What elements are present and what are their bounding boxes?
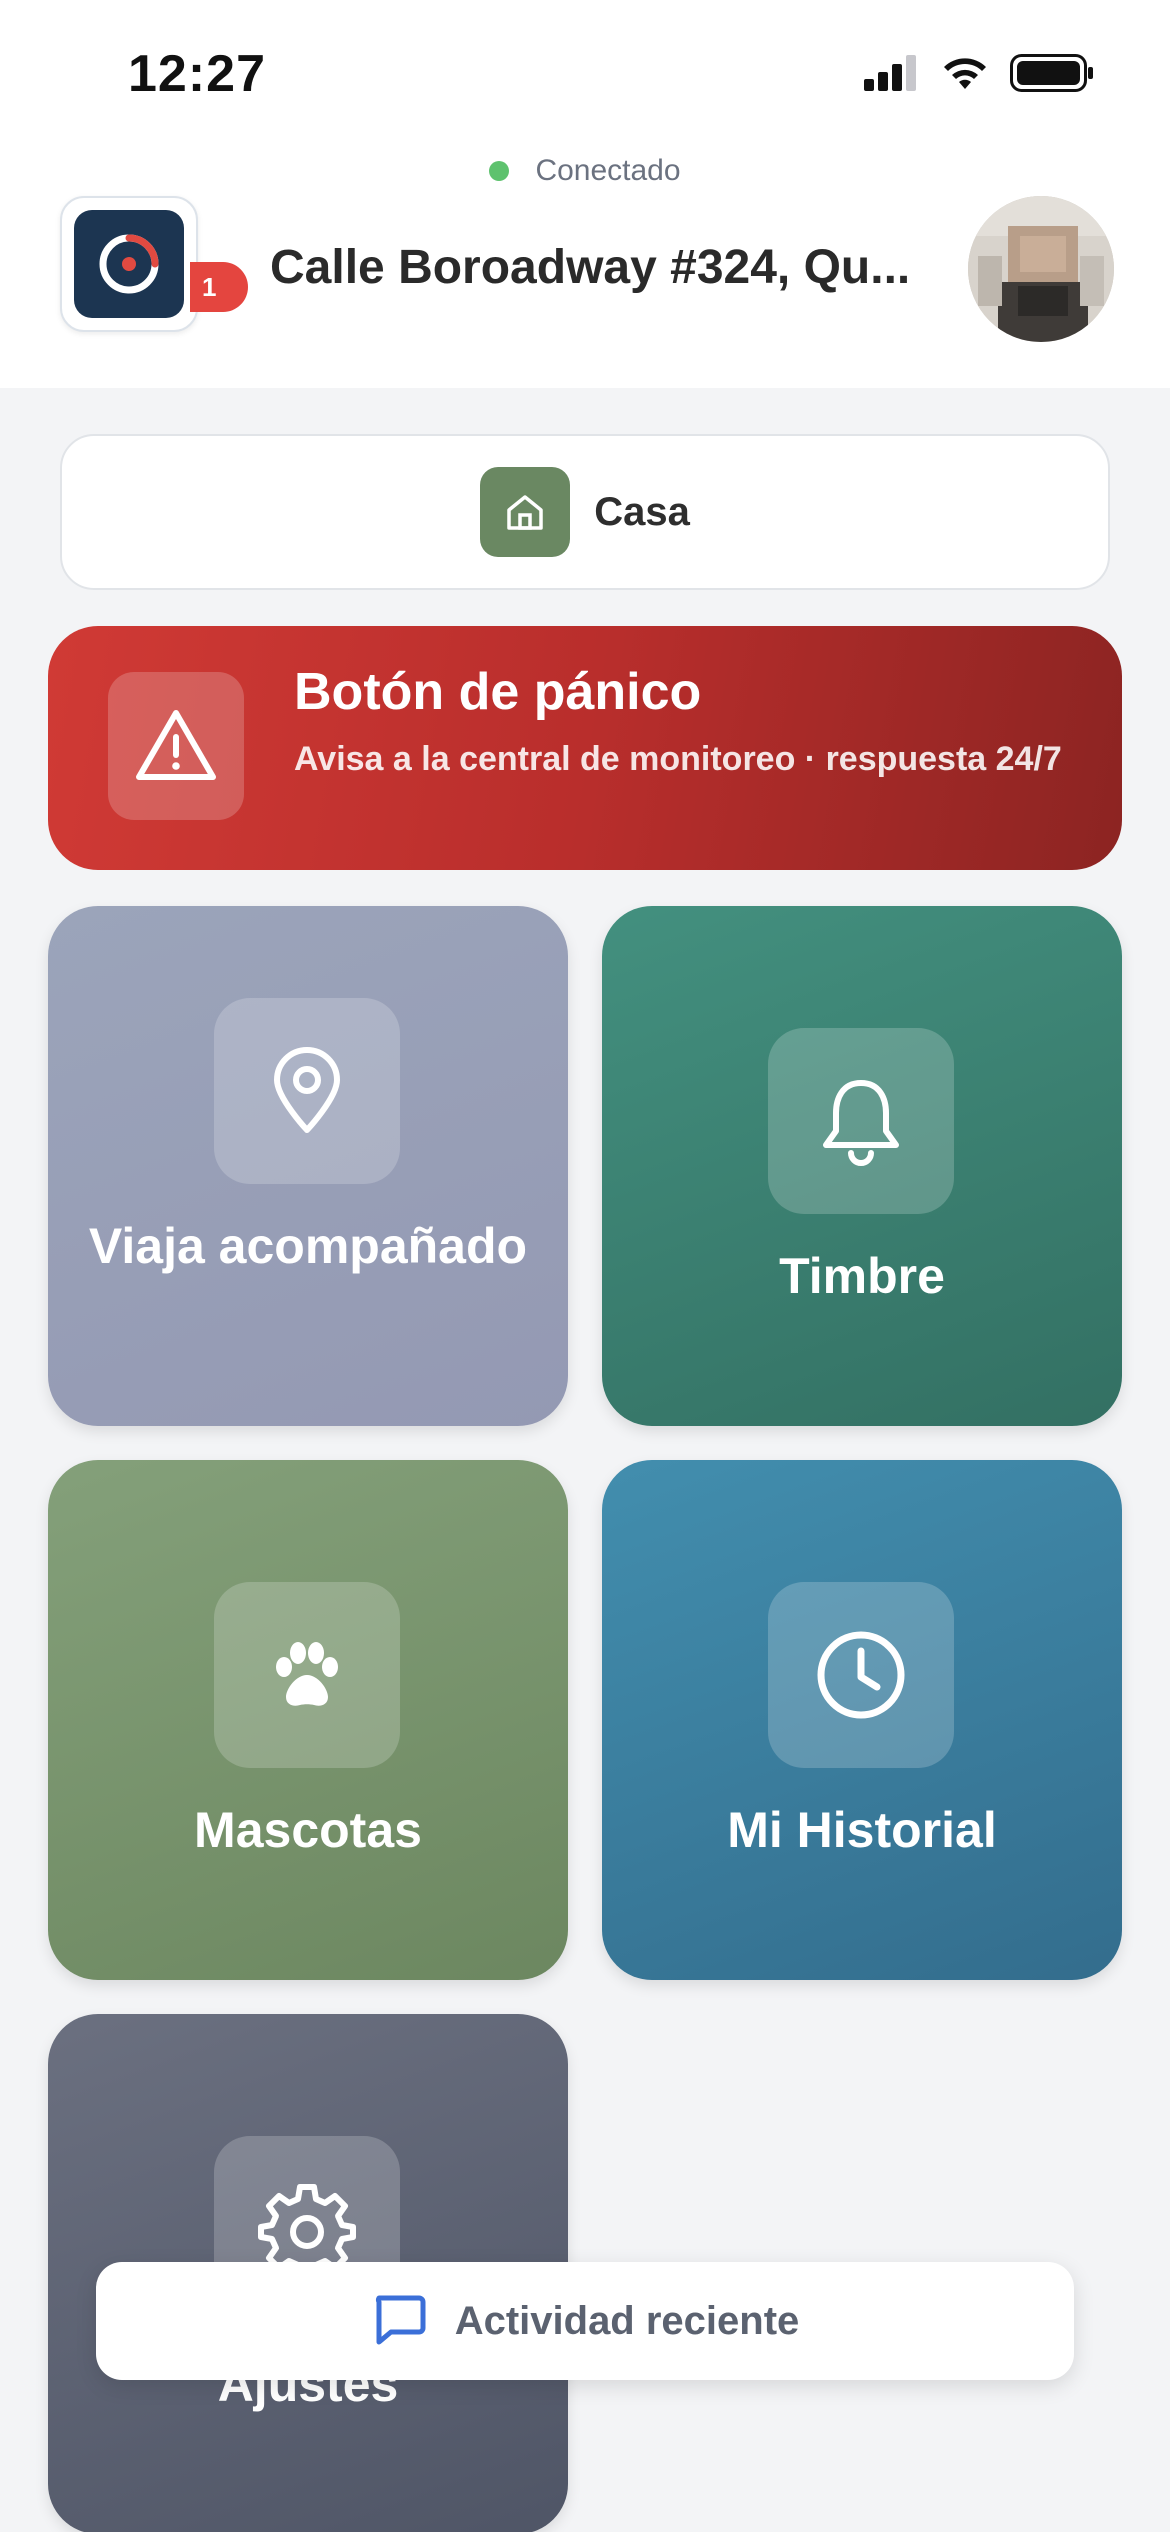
tile-label: Timbre: [779, 1248, 945, 1304]
home-screen: 12:27 Conectado 1 Calle Boroadway #324, …: [0, 0, 1170, 2532]
home-icon: [480, 467, 571, 557]
recent-activity-label: Actividad reciente: [454, 2298, 800, 2343]
clock-icon: [768, 1582, 954, 1768]
cellular-signal-icon: [864, 55, 920, 96]
app-logo-icon: [74, 210, 184, 318]
app-logo-button[interactable]: [60, 196, 198, 332]
recent-activity-button[interactable]: Actividad reciente: [96, 2262, 1074, 2380]
tile-viaja-acompanado[interactable]: Viaja acompañado: [48, 906, 568, 1426]
tile-label: Viaja acompañado: [88, 1218, 528, 1274]
connection-text: Conectado: [535, 154, 681, 187]
tile-mascotas[interactable]: Mascotas: [48, 1460, 568, 1980]
status-icons: [864, 54, 1094, 97]
status-time: 12:27: [128, 45, 266, 103]
chat-bubble-icon: [371, 2292, 427, 2351]
tile-label: Mi Historial: [727, 1802, 997, 1858]
tile-mi-historial[interactable]: Mi Historial: [602, 1460, 1122, 1980]
address-selector[interactable]: Calle Boroadway #324, Qu...: [270, 240, 920, 295]
battery-icon: [1010, 54, 1094, 97]
connection-status: Conectado: [0, 154, 1170, 188]
wifi-icon: [940, 55, 990, 96]
property-selector[interactable]: Casa: [60, 434, 1110, 590]
panic-title: Botón de pánico: [294, 663, 702, 721]
paw-icon: [214, 1582, 400, 1768]
map-pin-icon: [214, 998, 400, 1184]
user-avatar[interactable]: [968, 196, 1114, 342]
tile-label: Mascotas: [194, 1802, 422, 1858]
bell-icon: [768, 1028, 954, 1214]
connection-dot: [489, 161, 510, 181]
warning-triangle-icon: [108, 672, 244, 820]
panic-subtitle: Avisa a la central de monitoreo · respue…: [294, 740, 1062, 778]
notification-badge[interactable]: 1: [190, 262, 248, 312]
property-label: Casa: [594, 489, 690, 534]
panic-button[interactable]: Botón de pánico Avisa a la central de mo…: [48, 626, 1122, 870]
tile-timbre[interactable]: Timbre: [602, 906, 1122, 1426]
